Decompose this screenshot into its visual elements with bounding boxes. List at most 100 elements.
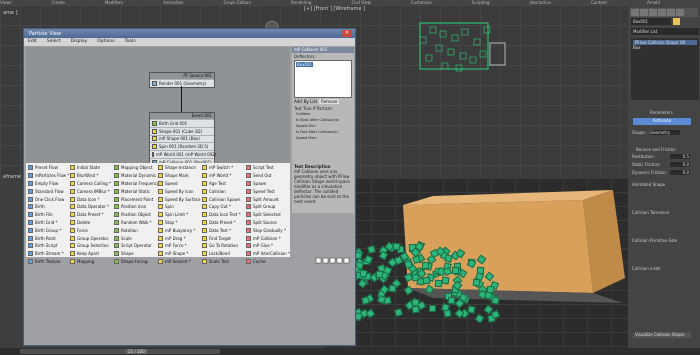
event-row[interactable]: Spin 001 (Random 3D 5) <box>150 142 214 151</box>
depot-item[interactable]: Stop Gradually * <box>246 226 290 234</box>
depot-item[interactable]: Birth File <box>28 211 69 219</box>
depot-item[interactable]: Random Walk * <box>114 219 159 227</box>
display-tab[interactable] <box>667 9 675 16</box>
viewport-left-label[interactable]: ame ] <box>3 10 18 16</box>
test-options[interactable]: Collides Is Slow After Collision(s) Speed … <box>292 112 354 142</box>
close-button[interactable]: ✕ <box>342 30 352 37</box>
depot-item[interactable]: Lock/Bond <box>202 250 241 258</box>
depot-item[interactable]: Material Dynamic <box>114 172 159 180</box>
object-color-swatch[interactable] <box>673 18 680 25</box>
particle-view-title[interactable]: Particle View <box>24 29 355 38</box>
depot-item[interactable]: mP Shape * <box>158 250 200 258</box>
command-panel-tabs[interactable] <box>630 8 698 17</box>
nav-icons[interactable] <box>292 257 354 265</box>
source-node-row[interactable]: Render 001 (Geometry) <box>150 79 214 87</box>
depot-item[interactable]: mP Switch * <box>202 164 241 172</box>
depot-item[interactable]: Collision <box>202 187 241 195</box>
create-tab[interactable] <box>631 9 639 16</box>
depot-item[interactable]: Speed By Surface <box>158 195 200 203</box>
depot-item[interactable]: mP Solvent * <box>158 258 200 266</box>
depot-item[interactable]: Stop * <box>158 219 200 227</box>
depot-item[interactable]: Material Frequency <box>114 180 159 188</box>
viewport-perspective[interactable] <box>323 178 628 348</box>
viewport-bottom-label[interactable]: eframe ] <box>3 174 24 180</box>
depot-item[interactable]: Scale <box>114 234 159 242</box>
depot-item[interactable]: Birth Grid * <box>28 219 69 227</box>
depot-item[interactable]: Data Preset * <box>70 211 111 219</box>
depot-item[interactable]: Shape Instance <box>158 164 200 172</box>
frame-counter[interactable]: 25 / 100 <box>126 349 147 354</box>
depot-item[interactable]: Split Group <box>246 203 290 211</box>
pv-menu-item[interactable]: Select <box>47 39 61 44</box>
by-list-button[interactable]: By List <box>304 99 317 104</box>
stack-item-box[interactable]: Box <box>633 45 640 50</box>
event-row[interactable]: mP World 001 (mP World 002) <box>150 150 216 158</box>
depot-item[interactable]: Go To Rotation <box>202 242 241 250</box>
depot-item[interactable]: Position Icon <box>114 203 159 211</box>
pv-menu-item[interactable]: Edit <box>28 39 37 44</box>
depot-item[interactable]: Placement Paint <box>114 195 159 203</box>
remove-button[interactable]: Remove <box>319 99 340 104</box>
depot-item[interactable]: Split Amount <box>246 195 290 203</box>
depot-item[interactable]: Mapping Object <box>114 164 159 172</box>
depot-item[interactable]: Data Operator * <box>70 203 111 211</box>
event-row[interactable]: mP Shape 001 (Box) <box>150 134 214 143</box>
params-panel[interactable]: mP Collision 001 Deflectors: Box001 Add … <box>292 47 354 182</box>
source-node[interactable]: PF Source 001 Render 001 (Geometry) <box>149 72 215 88</box>
depot-item[interactable]: Split Source <box>246 219 290 227</box>
depot-item[interactable]: Find Target <box>202 234 241 242</box>
particle-view-canvas[interactable]: PF Source 001 Render 001 (Geometry) Even… <box>26 47 290 182</box>
depot-item[interactable]: Shape Mark <box>158 172 200 180</box>
depot-item[interactable]: Group Operator <box>70 234 111 242</box>
depot-item[interactable]: mP Buoyancy * <box>158 226 200 234</box>
deflector-list[interactable]: Box001 <box>294 60 352 98</box>
depot-item[interactable]: mP Collision * <box>246 234 290 242</box>
pv-menu-item[interactable]: Options <box>97 39 114 44</box>
depot-item[interactable]: Split Selected <box>246 211 290 219</box>
depot-item[interactable]: Keep Apart <box>70 250 111 258</box>
particle-view-window[interactable]: Particle View ✕ Edit Select Display Options… <box>23 28 356 346</box>
restitution-spinner[interactable]: 0.5 <box>670 154 690 159</box>
modifier-stack[interactable]: PFlow Collision Shape (W Box <box>631 38 699 100</box>
depot-item[interactable]: Copy Out * <box>202 203 241 211</box>
depot-item[interactable]: Group Selection <box>70 242 111 250</box>
depot-item[interactable]: Initial State <box>70 164 111 172</box>
pv-menu-item[interactable]: Tools <box>125 39 136 44</box>
activate-button[interactable]: Activate <box>633 118 691 125</box>
depot-item[interactable]: Camera IMBlur * <box>70 187 111 195</box>
depot-item[interactable]: Age Test <box>202 180 241 188</box>
particle-view-menu[interactable]: Edit Select Display Options Tools <box>24 38 355 46</box>
pv-menu-item[interactable]: Display <box>71 39 88 44</box>
depot-item[interactable]: Spin Limit * <box>158 211 200 219</box>
depot-item[interactable]: Birth <box>28 203 69 211</box>
depot-item[interactable]: mP InterCollision * <box>246 250 290 258</box>
static-friction-spinner[interactable]: 0.0 <box>670 162 690 167</box>
depot-item[interactable]: Empty Flow <box>28 180 69 188</box>
depot-item[interactable]: Birth Group * <box>28 226 69 234</box>
viewport-label[interactable]: [+] [Front ] [Wireframe ] <box>304 6 365 12</box>
depot-item[interactable]: Collision Spawn <box>202 195 241 203</box>
depot-item[interactable]: Camera Culling * <box>70 180 111 188</box>
dynamic-friction-spinner[interactable]: 0.0 <box>670 170 690 175</box>
stack-item-collision-shape[interactable]: PFlow Collision Shape (W <box>633 40 697 45</box>
depot-item[interactable]: Speed Test <box>246 187 290 195</box>
depot-item[interactable]: Shape Facing <box>114 258 159 266</box>
depot-item[interactable]: Birth Paint <box>28 234 69 242</box>
test-option[interactable]: Speed Max: <box>296 136 354 142</box>
depot-item[interactable]: Data Test * <box>202 226 241 234</box>
shape-dropdown[interactable]: Geometry <box>650 130 680 135</box>
depot-item[interactable]: Mapping <box>70 258 111 266</box>
depot-item[interactable]: Birth Stream * <box>28 250 69 258</box>
depot-item[interactable]: Force <box>70 226 111 234</box>
depot[interactable]: Preset Flow mParticles Flow * Empty Flow St… <box>26 163 290 264</box>
depot-item[interactable]: mP World * <box>202 172 241 180</box>
add-button[interactable]: Add <box>294 99 302 104</box>
depot-item[interactable]: mP Drag * <box>158 234 200 242</box>
depot-item[interactable]: Data Icon * <box>70 195 111 203</box>
depot-item[interactable]: Speed <box>158 180 200 188</box>
depot-item[interactable]: Data Preset * <box>202 219 241 227</box>
depot-item[interactable]: Birth Texture <box>28 258 69 266</box>
depot-item[interactable]: mP Glue * <box>246 242 290 250</box>
depot-item[interactable]: Spawn <box>246 180 290 188</box>
depot-item[interactable]: Data Icon Test * <box>202 211 241 219</box>
